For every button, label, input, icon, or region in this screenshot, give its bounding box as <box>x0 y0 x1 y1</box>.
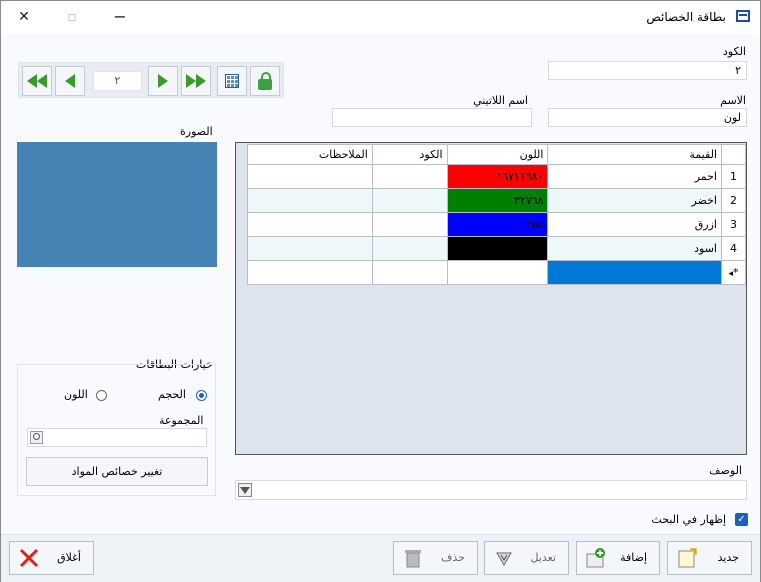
code-cell[interactable] <box>371 236 448 261</box>
next-record-button[interactable] <box>148 66 178 96</box>
code-cell[interactable] <box>371 188 448 213</box>
color-radio-label: اللون <box>64 388 88 401</box>
color-cell[interactable] <box>446 236 549 261</box>
table-row[interactable]: ١٦٧١١٦٨٠ احمر 1 <box>247 164 747 189</box>
edit-button[interactable]: تعديل <box>484 541 569 575</box>
lock-button[interactable] <box>250 66 280 96</box>
navigation-toolbar: ٢ <box>18 62 284 98</box>
delete-button[interactable]: حذف <box>393 541 478 575</box>
group-search-input[interactable] <box>27 428 207 447</box>
table-header-row: الملاحظات الكود اللون القيمة <box>247 144 747 165</box>
latin-name-field[interactable] <box>332 108 532 127</box>
value-cell[interactable]: احمر <box>547 164 722 189</box>
dropdown-arrow-icon[interactable] <box>238 483 252 497</box>
item-image[interactable] <box>17 142 217 267</box>
properties-card-window: ✕ ▫ − بطاقة الخصائص الكود ٢ الاسم لون اس… <box>0 0 761 582</box>
grid-view-button[interactable] <box>217 66 247 96</box>
color-cell[interactable] <box>446 260 549 285</box>
notes-cell[interactable] <box>247 260 373 285</box>
table-row[interactable]: ٣٢٧٦٨ اخضر 2 <box>247 188 747 213</box>
color-cell[interactable]: ٢٥٥ <box>446 212 549 237</box>
notes-cell[interactable] <box>247 236 373 261</box>
minimize-window-icon[interactable]: − <box>109 7 131 27</box>
column-header-code[interactable]: الكود <box>371 144 448 165</box>
code-field[interactable]: ٢ <box>548 61 747 80</box>
image-label: الصورة <box>180 125 213 138</box>
edit-icon <box>496 552 512 566</box>
description-label: الوصف <box>709 464 742 477</box>
new-row-marker[interactable]: ◂* <box>720 260 747 285</box>
close-button[interactable]: أغلاق <box>9 541 94 575</box>
last-record-button[interactable] <box>181 66 211 96</box>
add-button[interactable]: إضافة <box>576 541 660 575</box>
card-icon <box>736 10 750 22</box>
color-radio[interactable] <box>96 390 107 401</box>
name-field[interactable]: لون <box>548 108 747 127</box>
value-cell[interactable]: اخضر <box>547 188 722 213</box>
window-title: بطاقة الخصائص <box>646 10 726 24</box>
code-cell[interactable] <box>371 164 448 189</box>
card-options-group: الحجم اللون المجموعة تغيير خصائص المواد <box>17 364 216 496</box>
column-header-color[interactable]: اللون <box>446 144 549 165</box>
record-number-field[interactable]: ٢ <box>93 71 142 91</box>
new-button[interactable]: جديد <box>667 541 752 575</box>
code-label: الكود <box>722 45 746 58</box>
lock-icon <box>258 71 272 90</box>
previous-record-button[interactable] <box>55 66 85 96</box>
values-grid: الملاحظات الكود اللون القيمة ١٦٧١١٦٨٠ اح… <box>235 142 747 455</box>
bottom-action-bar: أغلاق حذف تعديل إضافة جديد <box>1 534 760 582</box>
main-panel: الكود ٢ الاسم لون اسم اللاتيني ٢ الصورة … <box>1 34 760 582</box>
latin-name-label: اسم اللاتيني <box>473 94 528 107</box>
arrow-left-icon <box>65 74 75 88</box>
column-header-value[interactable]: القيمة <box>547 144 722 165</box>
table-row[interactable]: اسود 4 <box>247 236 747 261</box>
show-in-search-checkbox[interactable]: ✓ <box>735 513 748 526</box>
row-index[interactable]: 3 <box>720 212 747 237</box>
trash-icon <box>405 550 421 568</box>
table-row[interactable]: ٢٥٥ ازرق 3 <box>247 212 747 237</box>
size-radio-label: الحجم <box>158 388 186 401</box>
new-row[interactable]: ◂* <box>247 260 747 285</box>
code-cell[interactable] <box>371 260 448 285</box>
group-label: المجموعة <box>159 414 204 427</box>
first-record-button[interactable] <box>22 66 52 96</box>
row-index[interactable]: 4 <box>720 236 747 261</box>
search-icon[interactable] <box>30 431 43 444</box>
notes-cell[interactable] <box>247 188 373 213</box>
close-window-icon[interactable]: ✕ <box>13 7 35 27</box>
column-header-index <box>720 144 747 165</box>
value-cell[interactable]: اسود <box>547 236 722 261</box>
new-document-icon <box>678 548 697 568</box>
value-cell[interactable]: ازرق <box>547 212 722 237</box>
add-icon <box>586 548 605 568</box>
change-item-properties-button[interactable]: تغيير خصائص المواد <box>26 457 208 486</box>
row-index[interactable]: 1 <box>720 164 747 189</box>
grid-icon <box>225 74 239 88</box>
notes-cell[interactable] <box>247 212 373 237</box>
title-bar: ✕ ▫ − بطاقة الخصائص <box>1 1 760 34</box>
double-arrow-left-icon <box>27 74 37 88</box>
name-label: الاسم <box>720 94 746 107</box>
color-cell[interactable]: ٣٢٧٦٨ <box>446 188 549 213</box>
close-x-icon <box>19 548 39 568</box>
size-radio[interactable] <box>196 390 207 401</box>
column-header-notes[interactable]: الملاحظات <box>247 144 373 165</box>
values-table: الملاحظات الكود اللون القيمة ١٦٧١١٦٨٠ اح… <box>247 144 747 285</box>
code-cell[interactable] <box>371 212 448 237</box>
notes-cell[interactable] <box>247 164 373 189</box>
maximize-window-icon[interactable]: ▫ <box>61 7 83 27</box>
double-arrow-right-icon <box>186 74 196 88</box>
arrow-right-icon <box>158 74 168 88</box>
value-cell-selected[interactable] <box>547 260 722 285</box>
show-in-search-label: إظهار في البحث <box>651 513 726 526</box>
color-cell[interactable]: ١٦٧١١٦٨٠ <box>446 164 549 189</box>
description-dropdown[interactable] <box>235 480 747 500</box>
row-index[interactable]: 2 <box>720 188 747 213</box>
